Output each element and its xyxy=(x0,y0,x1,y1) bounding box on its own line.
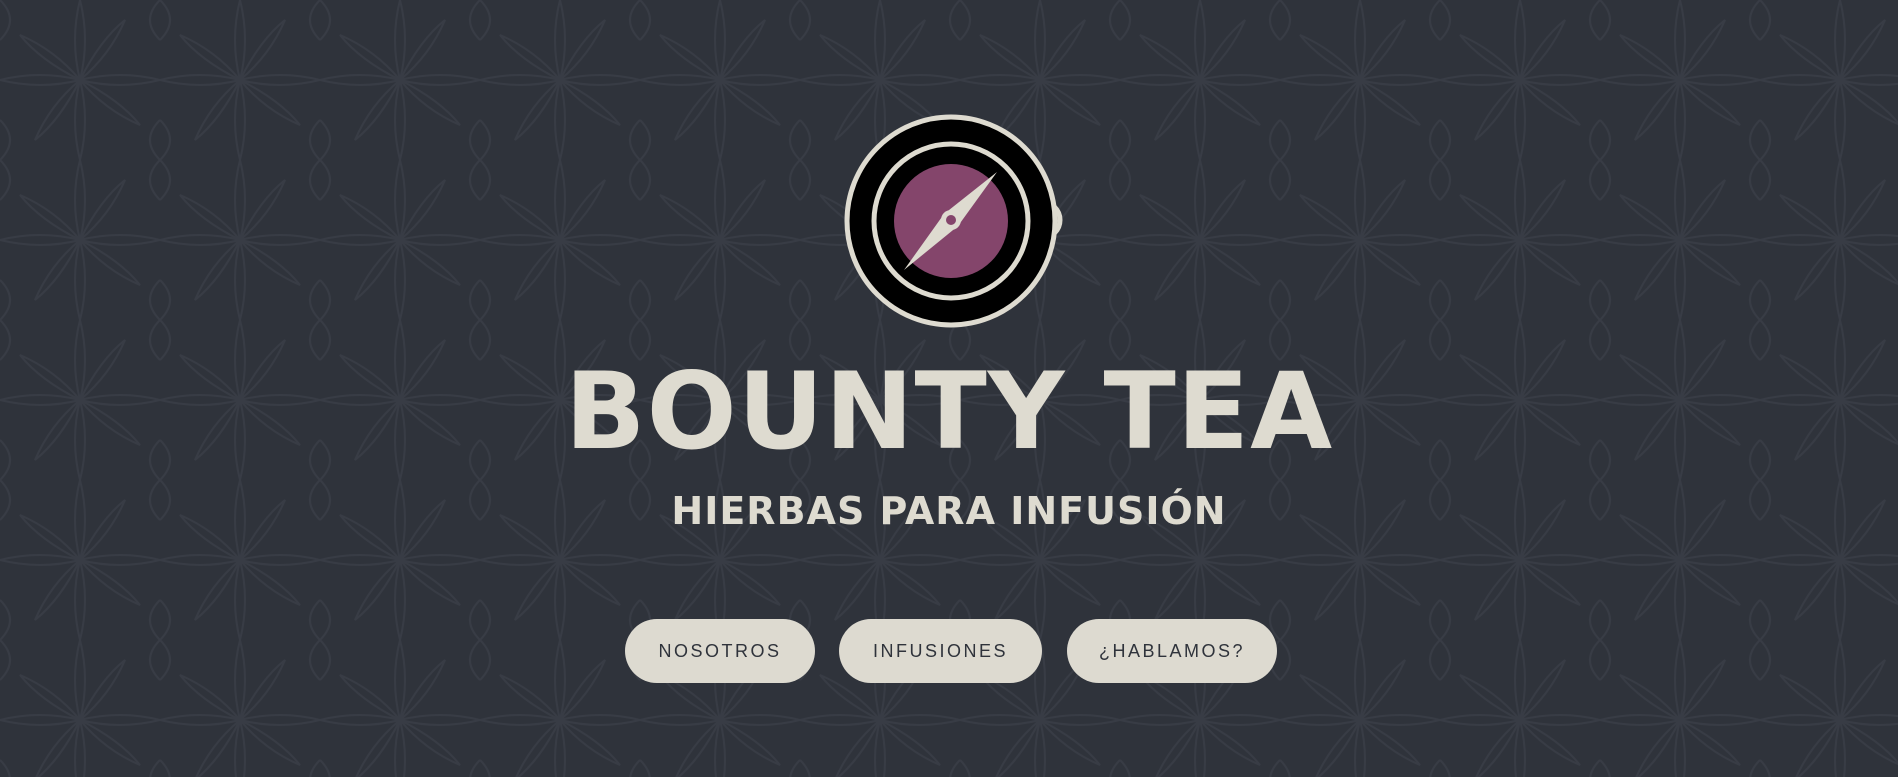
nav-button-nosotros[interactable]: NOSOTROS xyxy=(625,619,815,683)
teacup-compass-icon xyxy=(844,114,1063,328)
site-subtitle: HIERBAS PARA INFUSIÓN xyxy=(671,489,1227,533)
site-title: BOUNTY TEA xyxy=(564,350,1334,473)
main-nav: NOSOTROS INFUSIONES ¿HABLAMOS? xyxy=(0,619,1898,683)
nav-button-infusiones[interactable]: INFUSIONES xyxy=(839,619,1042,683)
nav-button-hablamos[interactable]: ¿HABLAMOS? xyxy=(1067,619,1277,683)
hero-section: BOUNTY TEA HIERBAS PARA INFUSIÓN NOSOTRO… xyxy=(0,0,1898,777)
